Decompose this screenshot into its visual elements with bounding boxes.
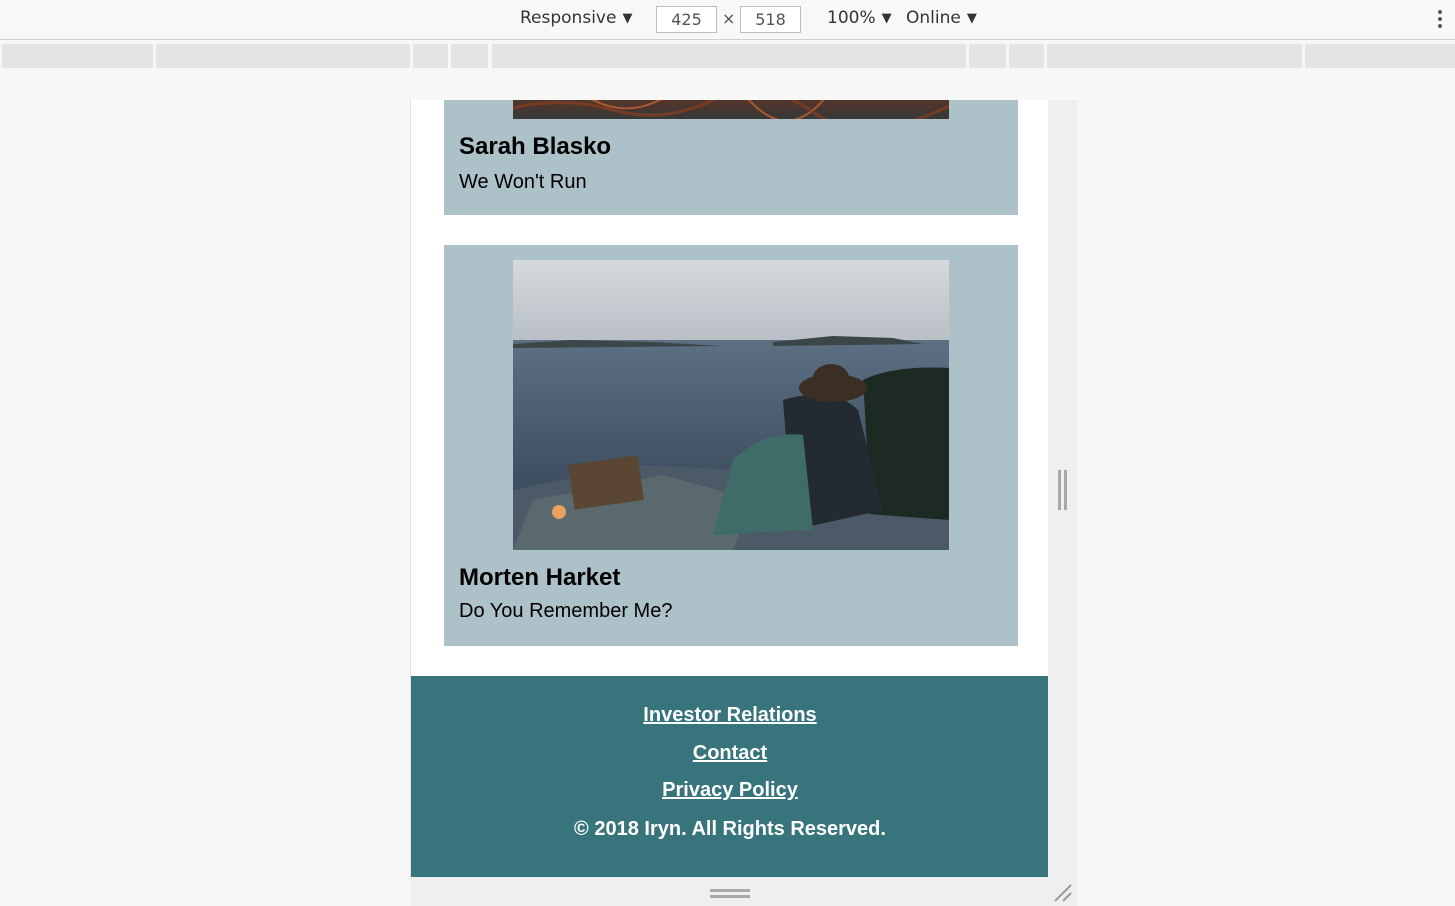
resize-handle-bottom[interactable] (710, 889, 750, 899)
dimension-separator: × (722, 9, 736, 28)
chevron-down-icon: ▼ (881, 10, 892, 26)
media-query-segment[interactable] (156, 44, 410, 68)
chevron-down-icon: ▼ (622, 10, 633, 26)
throttling-label: Online (906, 8, 961, 28)
more-options-icon[interactable] (1437, 10, 1443, 28)
throttling-dropdown[interactable]: Online ▼ (906, 8, 977, 28)
page-footer: Investor Relations Contact Privacy Polic… (411, 676, 1048, 877)
media-query-bar (0, 44, 1455, 68)
album-image-icon (513, 100, 949, 119)
song-title: Do You Remember Me? (459, 600, 673, 622)
artist-name: Morten Harket (459, 564, 621, 591)
device-mode-dropdown[interactable]: Responsive ▼ (520, 8, 632, 28)
media-query-segment[interactable] (1047, 44, 1302, 68)
zoom-dropdown[interactable]: 100% ▼ (827, 8, 892, 28)
album-image-icon (513, 260, 949, 550)
resize-handle-right[interactable] (1058, 470, 1067, 510)
media-query-segment[interactable] (1009, 44, 1044, 68)
copyright-text: © 2018 Iryn. All Rights Reserved. (574, 818, 886, 840)
chevron-down-icon: ▼ (966, 10, 977, 26)
artist-name: Sarah Blasko (459, 133, 612, 160)
resize-corner-icon[interactable] (1052, 882, 1074, 904)
song-card: Morten Harket Do You Remember Me? (444, 245, 1018, 646)
media-query-segment[interactable] (969, 44, 1006, 68)
device-mode-label: Responsive (520, 8, 617, 28)
media-query-segment[interactable] (451, 44, 488, 68)
contact-link[interactable]: Contact (411, 742, 1048, 765)
media-query-segment[interactable] (1305, 44, 1455, 68)
media-query-segment[interactable] (2, 44, 153, 68)
media-query-segment[interactable] (413, 44, 448, 68)
zoom-label: 100% (827, 8, 876, 28)
viewport-width-input[interactable]: 425 (656, 6, 717, 33)
privacy-policy-link[interactable]: Privacy Policy (411, 779, 1048, 802)
song-card: Sarah Blasko We Won't Run (444, 100, 1018, 215)
investor-relations-link[interactable]: Investor Relations (411, 704, 1048, 727)
devtools-toolbar: Responsive ▼ 425 × 518 100% ▼ Online ▼ (0, 0, 1455, 40)
viewport-height-input[interactable]: 518 (740, 6, 801, 33)
emulated-viewport: Sarah Blasko We Won't Run Morten Harket … (410, 100, 1048, 877)
media-query-segment[interactable] (492, 44, 966, 68)
song-title: We Won't Run (459, 171, 587, 193)
